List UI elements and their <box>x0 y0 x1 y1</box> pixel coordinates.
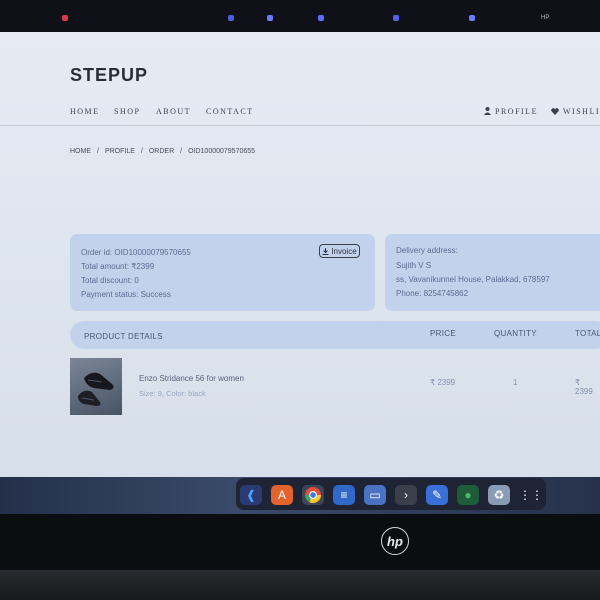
delivery-address: ss, Vavanikunnel House, Palakkad, 678597 <box>396 275 550 284</box>
status-dot-icon <box>228 15 234 21</box>
terminal-icon[interactable]: › <box>395 485 417 505</box>
status-dot-icon <box>469 15 475 21</box>
status-dot-icon <box>267 15 273 21</box>
product-quantity: 1 <box>513 378 518 387</box>
user-icon <box>484 107 491 115</box>
product-name[interactable]: Enzo Stridance 56 for women <box>139 374 244 383</box>
vscode-icon[interactable]: ❰ <box>240 485 262 505</box>
hp-logo: hp <box>381 527 409 555</box>
breadcrumb-separator: / <box>97 148 99 155</box>
laptop-hinge <box>0 570 600 600</box>
breadcrumb-order-id: OID10000079570655 <box>188 148 256 155</box>
nav-shop[interactable]: SHOP <box>114 107 140 116</box>
chrome-icon[interactable] <box>302 485 324 505</box>
breadcrumb: HOME / PROFILE / ORDER / OID10000079570655 <box>70 148 261 155</box>
app-store-icon[interactable]: A <box>271 485 293 505</box>
download-icon <box>322 248 329 255</box>
header-divider <box>0 125 600 126</box>
nav-about[interactable]: ABOUT <box>156 107 191 116</box>
nav-home[interactable]: HOME <box>70 107 100 116</box>
product-price: ₹ 2399 <box>430 378 456 387</box>
order-total-amount: Total amount: ₹2399 <box>81 262 155 271</box>
shoe-image <box>78 372 114 406</box>
nav-contact[interactable]: CONTACT <box>206 107 254 116</box>
status-dot-icon <box>62 15 68 21</box>
breadcrumb-separator: / <box>180 148 183 155</box>
header-price: PRICE <box>430 329 456 338</box>
header-quantity: QUANTITY <box>494 329 537 338</box>
chrome-logo <box>304 487 322 504</box>
notes-icon[interactable]: ✎ <box>426 485 448 505</box>
nav-profile-label: PROFILE <box>495 107 538 116</box>
trash-icon[interactable]: ♻ <box>488 485 510 505</box>
delivery-name: Sujith V S <box>396 261 432 270</box>
status-dot-icon <box>318 15 324 21</box>
nav-profile[interactable]: PROFILE <box>484 107 538 116</box>
mongodb-icon[interactable]: ● <box>457 485 479 505</box>
breadcrumb-home[interactable]: HOME <box>70 148 91 155</box>
nav-wishlist[interactable]: WISHLI <box>551 107 600 116</box>
product-total: ₹ 2399 <box>575 378 593 396</box>
header-product-details: PRODUCT DETAILS <box>84 332 163 341</box>
heart-icon <box>551 108 559 115</box>
delivery-heading: Delivery address: <box>396 246 458 255</box>
order-total-discount: Total discount: 0 <box>81 276 139 285</box>
order-payment-status: Payment status: Success <box>81 290 171 299</box>
order-id: Order id: OID10000079570655 <box>81 248 191 257</box>
invoice-button-label: Invoice <box>331 247 357 256</box>
invoice-button[interactable]: Invoice <box>319 244 360 258</box>
browser-page: STEPUP HOME SHOP ABOUT CONTACT PROFILE W… <box>0 32 600 477</box>
breadcrumb-order[interactable]: ORDER <box>149 148 174 155</box>
breadcrumb-profile[interactable]: PROFILE <box>105 148 135 155</box>
topbar-label: HP <box>541 15 550 21</box>
product-meta: Size: 9, Color: black <box>139 389 206 398</box>
delivery-phone: Phone: 8254745862 <box>396 289 469 298</box>
header-total: TOTAL <box>575 329 600 338</box>
status-dot-icon <box>393 15 399 21</box>
product-image[interactable] <box>70 358 122 415</box>
app-grid-icon[interactable]: ⋮⋮ <box>519 485 543 505</box>
os-top-bar: HP <box>0 0 600 34</box>
files-icon[interactable]: ▭ <box>364 485 386 505</box>
site-logo[interactable]: STEPUP <box>70 65 148 86</box>
text-editor-icon[interactable]: ≡ <box>333 485 355 505</box>
breadcrumb-separator: / <box>140 148 143 155</box>
nav-wishlist-label: WISHLI <box>563 107 600 116</box>
